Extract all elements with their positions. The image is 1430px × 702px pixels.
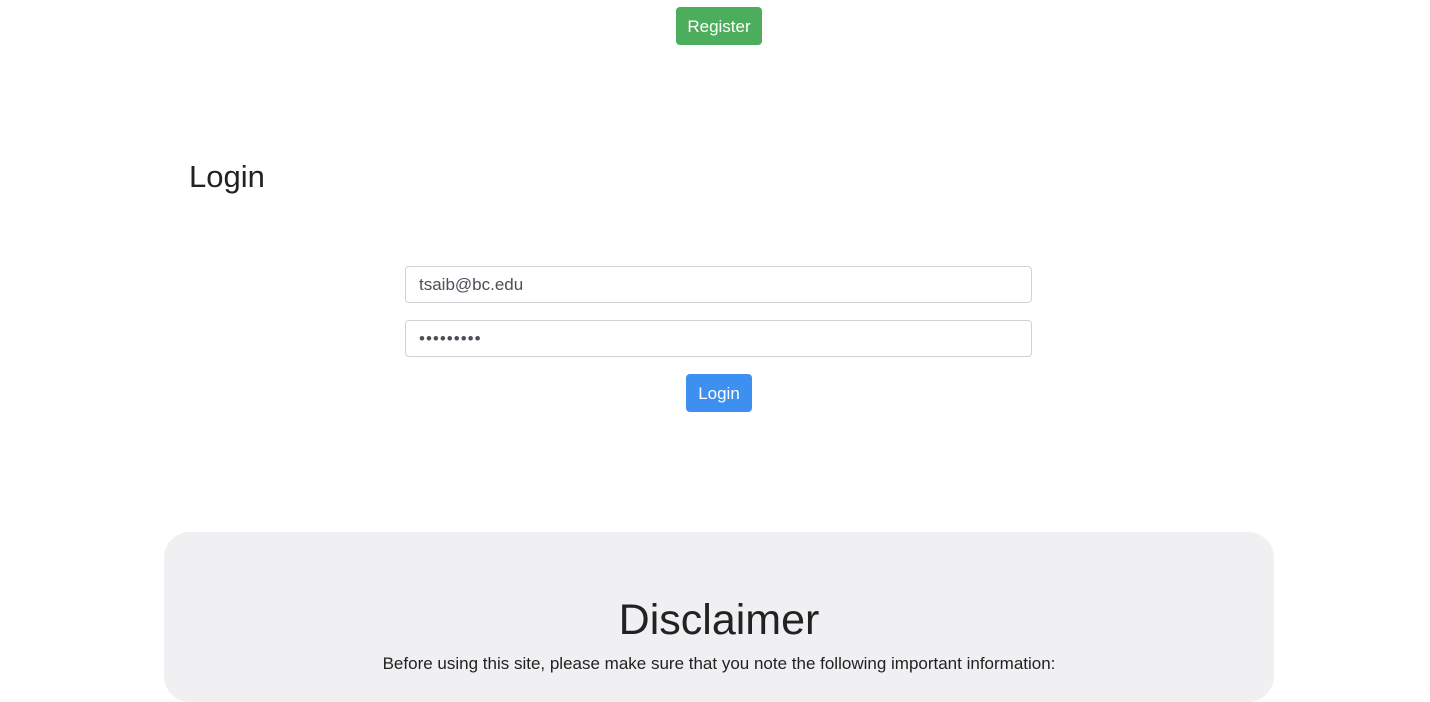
- password-field[interactable]: [405, 320, 1032, 357]
- disclaimer-section: Disclaimer Before using this site, pleas…: [164, 532, 1274, 702]
- login-button[interactable]: Login: [686, 374, 752, 412]
- disclaimer-title: Disclaimer: [618, 596, 820, 644]
- register-button[interactable]: Register: [676, 7, 762, 45]
- disclaimer-intro-text: Before using this site, please make sure…: [382, 654, 1056, 673]
- login-heading: Login: [189, 159, 265, 194]
- email-field[interactable]: [405, 266, 1032, 303]
